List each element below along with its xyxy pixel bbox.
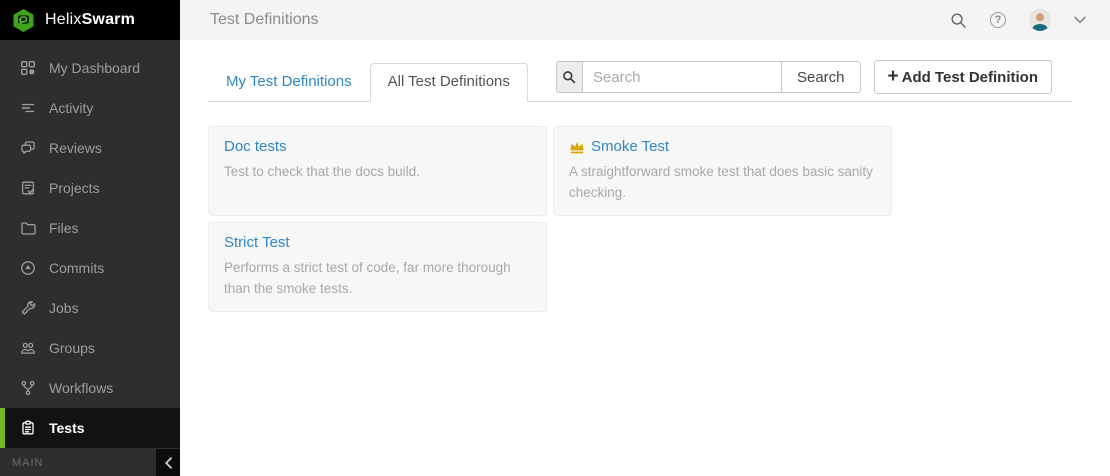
crown-icon [569, 140, 585, 154]
sidebar-group-label: MAIN [12, 457, 44, 469]
sidebar-item-activity[interactable]: Activity [0, 88, 180, 128]
sidebar-item-label: Activity [49, 100, 93, 116]
help-icon[interactable]: ? [990, 12, 1006, 28]
add-test-definition-button[interactable]: + Add Test Definition [874, 60, 1053, 94]
sidebar-item-reviews[interactable]: Reviews [0, 128, 180, 168]
projects-icon [20, 180, 36, 196]
tab-all-test-definitions[interactable]: All Test Definitions [370, 63, 528, 102]
sidebar-item-label: My Dashboard [49, 60, 140, 76]
test-definition-description: Test to check that the docs build. [224, 162, 524, 183]
chevron-left-icon [164, 457, 173, 469]
sidebar-item-tests[interactable]: Tests [0, 408, 180, 448]
clipboard-icon [20, 420, 36, 436]
test-definition-link[interactable]: Doc tests [224, 138, 287, 155]
toolbar-actions: Search + Add Test Definition [556, 60, 1052, 94]
sidebar-item-label: Projects [49, 180, 100, 196]
page-title: Test Definitions [210, 11, 319, 29]
toolbar: My Test Definitions All Test Definitions… [208, 60, 1072, 102]
sidebar-item-my-dashboard[interactable]: My Dashboard [0, 48, 180, 88]
sidebar-item-workflows[interactable]: Workflows [0, 368, 180, 408]
sidebar-item-label: Groups [49, 340, 95, 356]
activity-icon [20, 100, 36, 116]
chevron-down-icon[interactable] [1074, 16, 1086, 24]
sidebar-item-files[interactable]: Files [0, 208, 180, 248]
commits-icon [20, 260, 36, 276]
test-definition-link[interactable]: Smoke Test [569, 138, 669, 155]
main-area: Test Definitions ? [180, 0, 1110, 476]
sidebar-item-label: Jobs [49, 300, 79, 316]
tab-bar: My Test Definitions All Test Definitions [208, 63, 528, 101]
sidebar-item-label: Reviews [49, 140, 102, 156]
sidebar-item-projects[interactable]: Projects [0, 168, 180, 208]
content-area: My Test Definitions All Test Definitions… [180, 40, 1110, 476]
brand-logo[interactable]: HelixSwarm [0, 0, 180, 40]
tab-my-test-definitions[interactable]: My Test Definitions [208, 63, 370, 101]
sidebar-item-label: Workflows [49, 380, 113, 396]
search-magnifier-icon [557, 62, 583, 92]
sidebar-nav: My Dashboard Activity Reviews [0, 40, 180, 448]
search-input[interactable] [583, 62, 781, 92]
reviews-icon [20, 140, 36, 156]
sidebar-collapse-button[interactable] [156, 449, 180, 476]
sidebar-item-jobs[interactable]: Jobs [0, 288, 180, 328]
dashboard-icon [20, 60, 36, 76]
sidebar-item-label: Commits [49, 260, 104, 276]
sidebar-item-commits[interactable]: Commits [0, 248, 180, 288]
sidebar-footer: MAIN [0, 449, 180, 476]
helix-swarm-logo-icon [11, 8, 36, 33]
top-header: Test Definitions ? [180, 0, 1110, 40]
sidebar-item-label: Tests [49, 420, 85, 436]
wrench-icon [20, 300, 36, 316]
test-definition-description: A straightforward smoke test that does b… [569, 162, 876, 204]
workflow-branch-icon [20, 380, 36, 396]
test-definition-card-strict-test: Strict Test Performs a strict test of co… [208, 222, 547, 312]
test-definition-card-smoke-test: Smoke Test A straightforward smoke test … [553, 126, 892, 216]
user-avatar[interactable] [1029, 9, 1051, 31]
sidebar-item-label: Files [49, 220, 79, 236]
app-window: HelixSwarm My Dashboard Ac [0, 0, 1110, 476]
groups-icon [20, 340, 36, 356]
test-definition-link[interactable]: Strict Test [224, 234, 290, 251]
search-group: Search [556, 61, 861, 93]
header-actions: ? [950, 9, 1086, 31]
brand-name: HelixSwarm [45, 11, 135, 29]
sidebar-item-groups[interactable]: Groups [0, 328, 180, 368]
test-definition-list: Doc tests Test to check that the docs bu… [208, 126, 892, 312]
plus-icon: + [888, 67, 899, 86]
search-icon[interactable] [950, 12, 967, 29]
sidebar: HelixSwarm My Dashboard Ac [0, 0, 180, 476]
folder-icon [20, 220, 36, 236]
search-button[interactable]: Search [781, 62, 860, 92]
test-definition-description: Performs a strict test of code, far more… [224, 258, 524, 300]
test-definition-card-doc-tests: Doc tests Test to check that the docs bu… [208, 126, 547, 216]
